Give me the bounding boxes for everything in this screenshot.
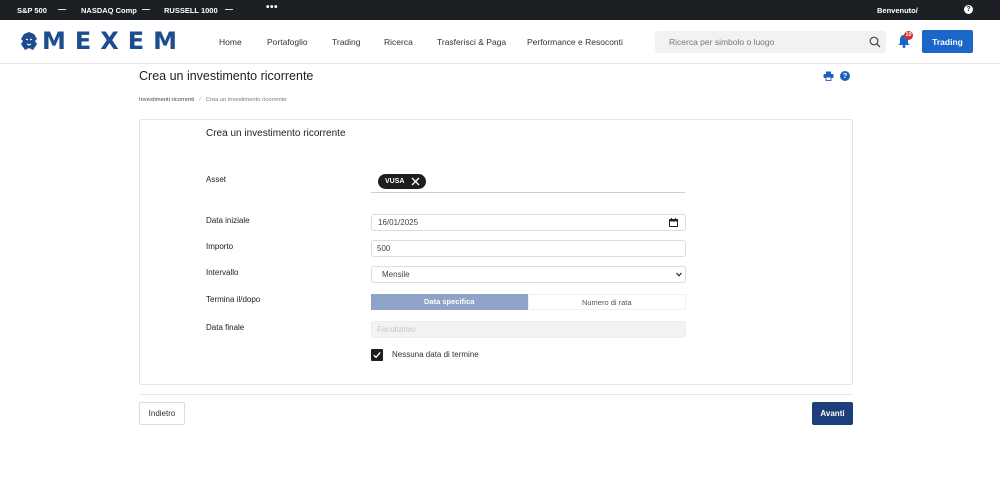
ticker-separator: — <box>225 5 233 14</box>
nav-portafoglio[interactable]: Portafoglio <box>267 37 308 47</box>
asset-input-underline[interactable] <box>371 192 685 193</box>
toggle-specific-date[interactable]: Data specifica <box>371 294 528 310</box>
chevron-down-icon <box>676 272 682 277</box>
print-icon[interactable] <box>823 71 834 81</box>
footer-divider <box>139 394 853 395</box>
nav-ricerca[interactable]: Ricerca <box>384 37 413 47</box>
no-end-date-checkbox[interactable] <box>371 349 383 361</box>
end-date-label: Data finale <box>206 323 245 332</box>
next-button[interactable]: Avanti <box>812 402 853 425</box>
start-date-value: 16/01/2025 <box>378 218 419 227</box>
end-by-label: Termina il/dopo <box>206 295 261 304</box>
breadcrumb-investimenti-ricorrenti[interactable]: Investimenti ricorrenti <box>139 97 194 103</box>
brand-name: MEXEM <box>42 27 187 55</box>
search-box <box>655 31 886 53</box>
interval-label: Intervallo <box>206 268 239 277</box>
ticker-more-button[interactable]: ••• <box>266 2 278 13</box>
main-header: MEXEM Home Portafoglio Trading Ricerca T… <box>0 20 1000 64</box>
search-icon[interactable] <box>869 36 881 48</box>
nav-home[interactable]: Home <box>219 37 242 47</box>
page-title: Crea un investimento ricorrente <box>139 69 314 83</box>
nav-performance-resoconti[interactable]: Performance e Resoconti <box>527 37 623 47</box>
start-date-label: Data iniziale <box>206 216 250 225</box>
lion-logo-icon <box>21 32 37 50</box>
notifications-button[interactable]: 10 <box>897 31 913 49</box>
nav-trasferisci-paga[interactable]: Trasferisci & Paga <box>437 37 506 47</box>
breadcrumb-current: Crea un investimento ricorrente <box>205 97 287 103</box>
end-type-toggle: Data specifica Numero di rata <box>371 294 686 310</box>
ticker-separator: — <box>142 5 150 14</box>
ticker-russell[interactable]: RUSSELL 1000 <box>164 6 218 15</box>
back-button[interactable]: Indietro <box>139 402 185 425</box>
account-help-icon[interactable]: ? <box>964 5 973 14</box>
end-date-input[interactable] <box>371 321 686 338</box>
search-input[interactable] <box>669 36 859 48</box>
interval-selected-value: Mensile <box>382 270 410 279</box>
amount-label: Importo <box>206 242 234 251</box>
mexem-logo[interactable]: MEXEM <box>20 29 186 53</box>
ticker-nasdaq[interactable]: NASDAQ Comp <box>81 6 137 15</box>
toggle-installment-count[interactable]: Numero di rata <box>527 294 686 310</box>
asset-chip-label: VUSA <box>385 178 405 185</box>
interval-select[interactable]: Mensile <box>371 266 686 283</box>
trading-button[interactable]: Trading <box>922 30 973 53</box>
breadcrumb: Investimenti ricorrenti / Crea un investim… <box>139 97 287 103</box>
market-ticker-bar: S&P 500 — NASDAQ Comp — RUSSELL 1000 — •… <box>0 0 1000 20</box>
form-title: Crea un investimento ricorrente <box>206 128 346 139</box>
breadcrumb-separator: / <box>199 97 201 103</box>
amount-input[interactable] <box>371 240 686 257</box>
calendar-icon[interactable] <box>669 218 678 227</box>
asset-chip: VUSA <box>378 174 426 189</box>
notification-count-badge: 10 <box>904 31 913 40</box>
close-icon[interactable] <box>411 177 420 186</box>
ticker-sp500[interactable]: S&P 500 <box>17 6 47 15</box>
ticker-separator: — <box>58 5 66 14</box>
asset-label: Asset <box>206 175 227 184</box>
checkmark-icon <box>373 352 381 359</box>
no-end-date-label[interactable]: Nessuna data di termine <box>392 350 479 359</box>
nav-trading[interactable]: Trading <box>332 37 361 47</box>
help-icon[interactable]: ? <box>840 71 850 81</box>
welcome-text: Benvenuto/ <box>877 6 918 15</box>
start-date-field[interactable]: 16/01/2025 <box>371 214 686 231</box>
